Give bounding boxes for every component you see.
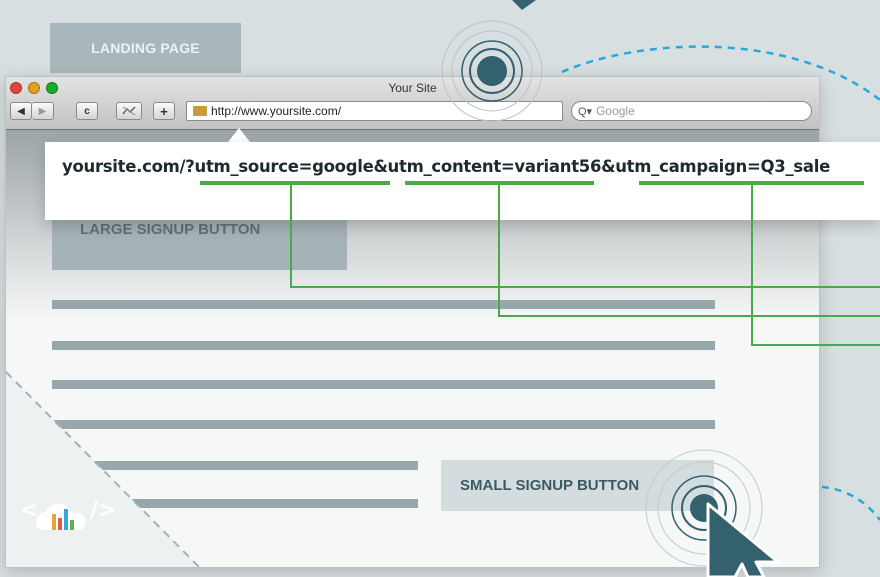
utm-content-connector bbox=[498, 185, 880, 317]
target-icon-top bbox=[441, 20, 543, 122]
utm-source-connector bbox=[290, 185, 880, 288]
utm-connectors bbox=[200, 20, 880, 577]
cursor-pointer-icon bbox=[706, 502, 780, 577]
utm-campaign-connector bbox=[751, 185, 880, 346]
